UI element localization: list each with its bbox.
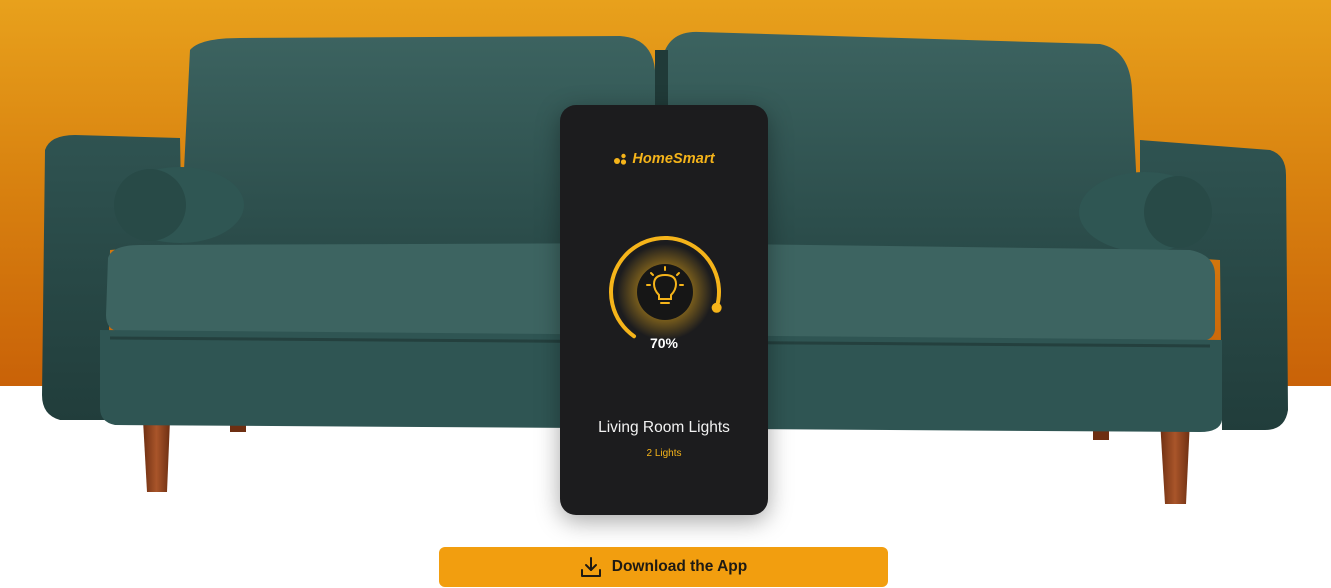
brand-name: HomeSmart bbox=[632, 151, 715, 167]
smart-home-app-card: HomeSmart 70% Living Room Lights 2 Light… bbox=[560, 105, 768, 515]
brand-header: HomeSmart bbox=[560, 151, 768, 167]
download-button-label: Download the App bbox=[611, 558, 748, 575]
download-icon bbox=[580, 557, 601, 577]
dots-logo-icon bbox=[614, 153, 627, 165]
room-name: Living Room Lights bbox=[598, 419, 730, 436]
brightness-value: 70% bbox=[649, 335, 679, 351]
brightness-knob[interactable] bbox=[711, 302, 722, 313]
download-app-button[interactable]: Download the App bbox=[439, 547, 888, 587]
light-count: 2 Lights bbox=[646, 448, 682, 459]
